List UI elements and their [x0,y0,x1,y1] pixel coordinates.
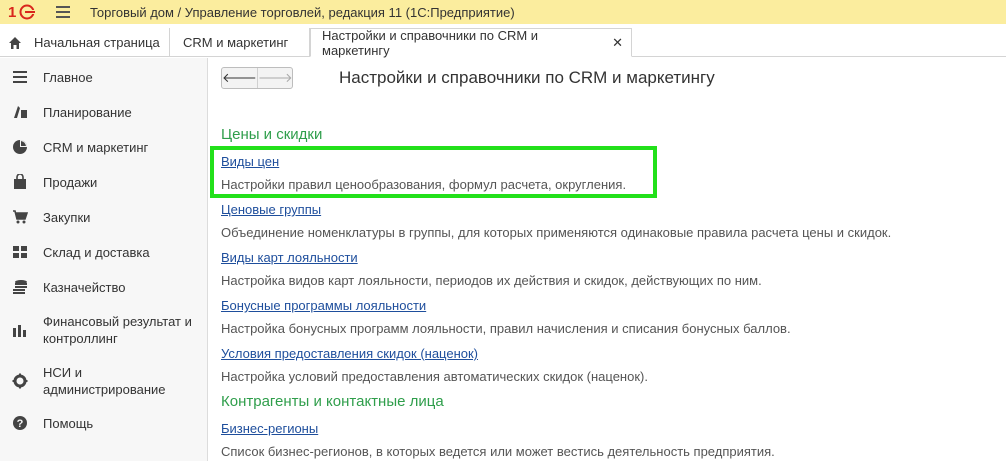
sidebar-item-planning[interactable]: Планирование [0,103,208,121]
sidebar-item-crm[interactable]: CRM и маркетинг [0,138,208,156]
close-icon[interactable]: ✕ [612,35,623,51]
description: Список бизнес-регионов, в которых ведетс… [221,444,775,459]
sidebar-item-help[interactable]: ? Помощь [0,414,208,432]
tab-crm[interactable]: CRM и маркетинг [170,28,310,57]
svg-text:?: ? [17,418,24,430]
tab-bar: Начальная страница CRM и маркетинг Настр… [0,27,1006,58]
sidebar-item-label: Склад и доставка [43,244,150,260]
arrow-left-icon: 🡐 [222,70,257,85]
sidebar: Главное Планирование CRM и маркетинг Про… [0,58,208,461]
1c-logo-icon[interactable]: 1 [8,2,40,22]
tab-home[interactable]: Начальная страница [0,28,170,57]
gear-icon [12,373,28,389]
link-bonus-programs[interactable]: Бонусные программы лояльности [221,298,426,313]
sidebar-item-label: НСИ и администрирование [43,365,166,397]
home-icon [9,36,21,49]
back-button[interactable]: 🡐 [222,68,258,88]
sidebar-item-label: Помощь [43,415,94,431]
sidebar-item-purchases[interactable]: Закупки [0,208,208,226]
nav-buttons: 🡐 🡒 [221,67,293,89]
tab-label: Настройки и справочники по CRM и маркети… [322,27,539,58]
window-title: Торговый дом / Управление торговлей, ред… [90,4,515,20]
hamburger-icon [12,69,28,85]
description: Настройка видов карт лояльности, периодо… [221,273,762,288]
tab-crm-settings[interactable]: Настройки и справочники по CRM и маркети… [310,27,632,58]
highlight-box [210,146,657,198]
arrow-right-icon: 🡒 [257,70,293,85]
main-menu-icon[interactable] [56,6,70,18]
coins-icon [12,279,28,295]
svg-text:1: 1 [8,4,16,21]
link-loyalty-card-types[interactable]: Виды карт лояльности [221,250,358,265]
help-icon: ? [12,415,28,431]
sidebar-item-label: CRM и маркетинг [43,139,149,155]
warehouse-icon [12,244,28,260]
description: Настройка условий предоставления автомат… [221,369,648,384]
sidebar-item-label: Планирование [43,104,132,120]
sidebar-item-finance[interactable]: Финансовый результат и контроллинг [0,312,208,348]
sidebar-item-warehouse[interactable]: Склад и доставка [0,243,208,261]
cart-icon [12,209,28,225]
page-title: Настройки и справочники по CRM и маркети… [339,68,715,87]
sidebar-item-label: Закупки [43,209,91,225]
sidebar-item-label: Продажи [43,174,98,190]
tab-label: CRM и маркетинг [183,35,289,50]
link-discount-conditions[interactable]: Условия предоставления скидок (наценок) [221,346,478,361]
planning-icon [12,104,28,120]
sidebar-item-label: Казначейство [43,279,126,295]
sidebar-item-treasury[interactable]: Казначейство [0,278,208,296]
description: Объединение номенклатуры в группы, для к… [221,225,892,240]
title-bar: 1 Торговый дом / Управление торговлей, р… [0,0,1006,24]
section-title-counterparties: Контрагенты и контактные лица [221,393,444,410]
sidebar-item-sales[interactable]: Продажи [0,173,208,191]
section-title-prices: Цены и скидки [221,126,323,143]
sidebar-item-label: Финансовый результат и контроллинг [43,314,192,346]
description: Настройка бонусных программ лояльности, … [221,321,791,336]
link-business-regions[interactable]: Бизнес-регионы [221,421,318,436]
sidebar-item-admin[interactable]: НСИ и администрирование [0,363,208,399]
shopping-bag-icon [12,174,28,190]
pie-chart-icon [12,139,28,155]
bar-chart-icon [12,322,28,338]
forward-button[interactable]: 🡒 [258,68,293,88]
tab-label: Начальная страница [34,35,160,50]
sidebar-item-label: Главное [43,69,93,85]
link-price-groups[interactable]: Ценовые группы [221,202,321,217]
sidebar-item-main[interactable]: Главное [0,68,208,86]
